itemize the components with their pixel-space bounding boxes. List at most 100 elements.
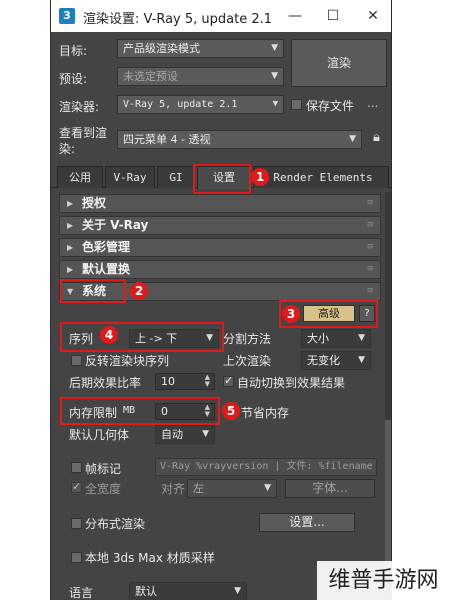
save-memory-label: 节省内存 xyxy=(241,406,290,420)
view-value: 四元菜单 4 - 透视 xyxy=(123,133,211,146)
view-label-line1: 查看到渲 xyxy=(59,126,108,140)
close-button[interactable]: ✕ xyxy=(359,4,387,28)
frame-stamp-checkbox[interactable] xyxy=(71,462,82,473)
grip-icon: ≡ xyxy=(366,264,374,274)
dropdown-arrow-icon: ▼ xyxy=(271,71,278,81)
expand-triangle-icon: ▶ xyxy=(67,199,74,208)
expand-triangle-icon: ▶ xyxy=(67,265,74,274)
rollout-about[interactable]: ▶ 关于 V-Ray ≡ xyxy=(59,216,381,235)
tab-vray[interactable]: V-Ray xyxy=(105,166,155,188)
annotation-badge-5: 5 xyxy=(222,402,240,420)
language-value: 默认 xyxy=(135,585,157,598)
dropdown-arrow-icon: ▼ xyxy=(264,483,271,493)
grip-icon: ≡ xyxy=(366,286,374,296)
split-method-label: 分割方法 xyxy=(223,332,272,346)
expand-triangle-icon: ▶ xyxy=(67,243,74,252)
post-effects-spinner[interactable]: 10 ▲ ▼ xyxy=(155,373,215,390)
annotation-box-memory-limit xyxy=(60,397,220,425)
renderer-value: V-Ray 5, update 2.1 xyxy=(123,99,238,110)
grip-icon: ≡ xyxy=(366,220,374,230)
full-width-label: 全宽度 xyxy=(85,482,122,496)
grip-icon: ≡ xyxy=(366,198,374,208)
watermark: 维普手游网 xyxy=(317,561,450,600)
annotation-badge-3: 3 xyxy=(282,305,300,323)
renderer-dropdown[interactable]: V-Ray 5, update 2.1 ▼ xyxy=(117,95,284,114)
dropdown-arrow-icon: ▼ xyxy=(358,355,365,365)
reverse-sequence-label: 反转渲染块序列 xyxy=(85,354,170,368)
dropdown-arrow-icon: ▼ xyxy=(272,99,278,109)
3dsmax-app-icon: 3 xyxy=(59,8,75,24)
post-effects-label: 后期效果比率 xyxy=(69,376,142,390)
target-value: 产品级渲染模式 xyxy=(123,42,200,55)
renderer-label: 渲染器: xyxy=(59,100,100,114)
rollout-license[interactable]: ▶ 授权 ≡ xyxy=(59,194,381,213)
frame-stamp-label: 帧标记 xyxy=(85,462,122,476)
default-geometry-dropdown[interactable]: 自动 ▼ xyxy=(155,425,215,444)
annotation-box-sequence xyxy=(60,322,224,352)
align-label: 对齐 xyxy=(161,482,186,496)
split-method-value: 大小 xyxy=(307,332,329,345)
align-value: 左 xyxy=(193,482,204,495)
target-label: 目标: xyxy=(59,44,88,58)
font-button[interactable]: 字体... xyxy=(285,479,375,498)
preset-value: 未选定预设 xyxy=(123,70,178,83)
annotation-badge-2: 2 xyxy=(130,282,148,300)
dropdown-arrow-icon: ▼ xyxy=(202,429,209,439)
rollout-displace-label: 默认置换 xyxy=(82,262,131,276)
more-options-button[interactable]: ... xyxy=(367,96,378,110)
default-geometry-value: 自动 xyxy=(161,428,183,441)
expand-triangle-icon: ▶ xyxy=(67,221,74,230)
dropdown-arrow-icon: ▼ xyxy=(234,586,241,596)
dropdown-arrow-icon: ▼ xyxy=(349,134,356,144)
dropdown-arrow-icon: ▼ xyxy=(358,333,365,343)
frame-stamp-text-field[interactable]: V-Ray %vrayversion | 文件: %filename xyxy=(155,458,377,476)
rollout-license-label: 授权 xyxy=(82,196,107,210)
save-file-label: 保存文件 xyxy=(306,99,355,113)
tab-gi[interactable]: GI xyxy=(157,166,195,188)
dropdown-arrow-icon: ▼ xyxy=(271,43,278,53)
split-method-dropdown[interactable]: 大小 ▼ xyxy=(301,329,371,348)
target-dropdown[interactable]: 产品级渲染模式 ▼ xyxy=(117,39,284,58)
preset-label: 预设: xyxy=(59,72,88,86)
render-button[interactable]: 渲染 xyxy=(291,39,387,87)
rollout-about-label: 关于 V-Ray xyxy=(82,218,149,232)
tab-common[interactable]: 公用 xyxy=(57,166,103,188)
save-file-checkbox[interactable] xyxy=(291,99,302,110)
window-title: 渲染设置: V-Ray 5, update 2.1 xyxy=(83,12,273,27)
rollout-color-label: 色彩管理 xyxy=(82,240,131,254)
align-dropdown[interactable]: 左 ▼ xyxy=(187,479,277,498)
dr-settings-button[interactable]: 设置... xyxy=(259,513,355,532)
auto-switch-label: 自动切换到效果结果 xyxy=(237,376,346,390)
scrollbar-thumb[interactable] xyxy=(385,420,391,570)
minimize-button[interactable]: — xyxy=(281,4,309,28)
grip-icon: ≡ xyxy=(366,242,374,252)
rollout-default-displacement[interactable]: ▶ 默认置换 ≡ xyxy=(59,260,381,279)
default-geometry-label: 默认几何体 xyxy=(69,428,130,442)
title-bar: 3 渲染设置: V-Ray 5, update 2.1 — ☐ ✕ xyxy=(51,0,391,32)
auto-switch-checkbox[interactable] xyxy=(223,374,234,387)
lock-icon[interactable]: 🔒︎ xyxy=(373,130,380,145)
language-dropdown[interactable]: 默认 ▼ xyxy=(129,582,247,600)
reverse-sequence-checkbox[interactable] xyxy=(71,355,82,366)
annotation-box-system xyxy=(60,279,126,303)
preset-dropdown[interactable]: 未选定预设 ▼ xyxy=(117,67,284,86)
annotation-badge-1: 1 xyxy=(251,168,269,186)
distributed-render-label: 分布式渲染 xyxy=(85,517,146,531)
annotation-box-settings-tab xyxy=(193,164,251,194)
maximize-button[interactable]: ☐ xyxy=(319,4,347,28)
last-render-label: 上次渲染 xyxy=(223,354,272,368)
full-width-checkbox[interactable] xyxy=(71,480,82,493)
post-effects-value: 10 xyxy=(161,375,175,388)
local-3dsmax-checkbox[interactable] xyxy=(71,552,82,563)
annotation-badge-4: 4 xyxy=(100,326,118,344)
last-render-value: 无变化 xyxy=(307,354,340,367)
last-render-dropdown[interactable]: 无变化 ▼ xyxy=(301,351,371,370)
distributed-render-checkbox[interactable] xyxy=(71,518,82,529)
spinner-arrows-icon[interactable]: ▲ ▼ xyxy=(205,374,210,388)
local-3dsmax-label: 本地 3ds Max 材质采样 xyxy=(85,551,215,565)
rollout-color-management[interactable]: ▶ 色彩管理 ≡ xyxy=(59,238,381,257)
view-label-line2: 染: xyxy=(59,142,76,156)
tab-render-elements[interactable]: Render Elements xyxy=(253,166,389,188)
language-label: 语言 xyxy=(69,586,94,600)
view-dropdown[interactable]: 四元菜单 4 - 透视 ▼ xyxy=(117,130,362,149)
